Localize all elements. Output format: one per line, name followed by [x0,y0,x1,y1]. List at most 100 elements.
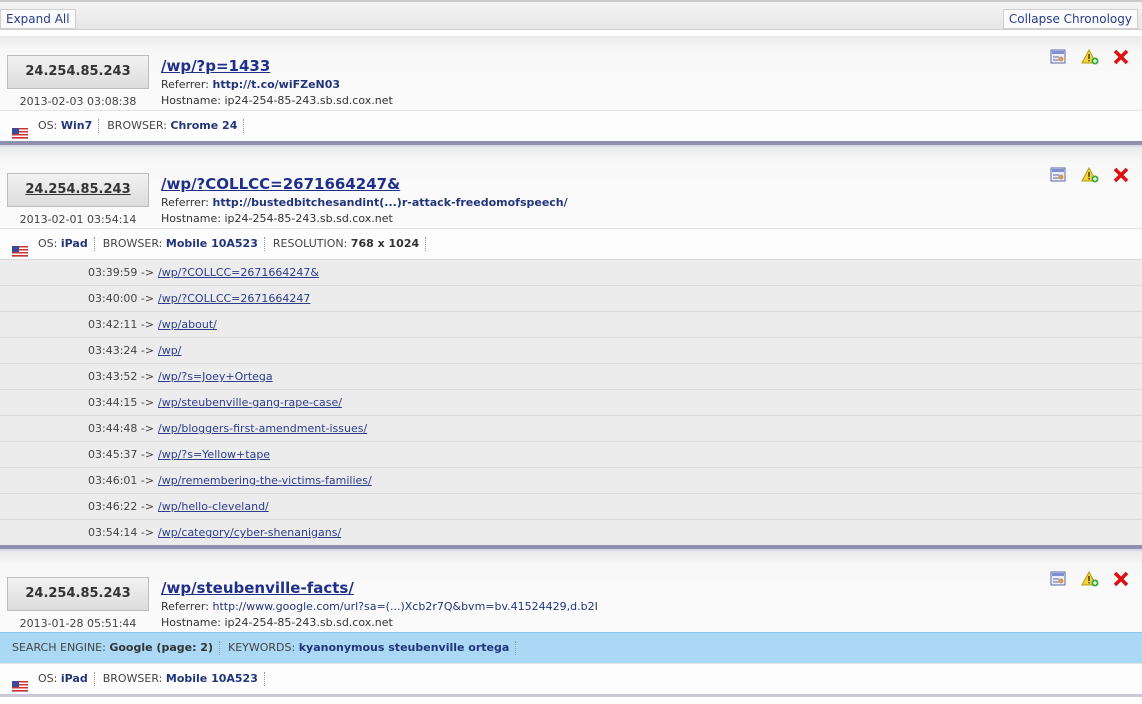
warning-add-icon[interactable] [1080,570,1099,587]
browser-info: BROWSER: Mobile 10A523 [103,237,265,251]
chronology-path-link[interactable]: /wp/?s=Joey+Ortega [158,364,273,390]
client-info-row: OS: iPad BROWSER: Mobile 10A523 [0,663,1142,694]
chronology-row: 03:54:14 ->/wp/category/cyber-shenanigan… [0,519,1142,545]
referrer-label: Referrer: [161,600,209,613]
search-engine-value: Google (page: 2) [109,641,213,654]
referrer-line: Referrer: http://www.google.com/url?sa=(… [161,600,598,613]
chronology-time: 03:45:37 -> [88,448,155,461]
referrer-line: Referrer: http://bustedbitchesandint(...… [161,196,568,209]
referrer-label: Referrer: [161,196,209,209]
browser-value: Mobile 10A523 [165,237,258,250]
chronology-time: 03:43:24 -> [88,344,155,357]
chronology-path-link[interactable]: /wp/bloggers-first-amendment-issues/ [158,416,367,442]
visit-url-link[interactable]: /wp/?COLLCC=2671664247& [161,175,400,193]
client-info-items: OS: Win7 BROWSER: Chrome 24 [38,111,252,141]
toolbar: Expand All Collapse Chronology [0,0,1142,30]
visit-datetime: 2013-01-28 05:51:44 [19,617,137,630]
us-flag-icon [11,674,29,693]
search-engine-label: SEARCH ENGINE: [12,641,106,654]
browser-value: Chrome 24 [170,119,238,132]
ip-address-button[interactable]: 24.254.85.243 [7,173,149,207]
search-info-items: SEARCH ENGINE: Google (page: 2) KEYWORDS:… [12,633,524,663]
referrer-link[interactable]: http://www.google.com/url?sa=(...)Xcb2r7… [212,600,597,613]
visit-url-link[interactable]: /wp/?p=1433 [161,57,270,75]
chronology-time: 03:46:22 -> [88,500,155,513]
details-icon[interactable] [1049,571,1067,587]
search-info-row: SEARCH ENGINE: Google (page: 2) KEYWORDS:… [0,632,1142,663]
chronology-row: 03:44:48 ->/wp/bloggers-first-amendment-… [0,415,1142,441]
chronology-path-link[interactable]: /wp/ [158,338,181,364]
client-info-row: OS: Win7 BROWSER: Chrome 24 [0,110,1142,141]
hostname-label: Hostname: [161,94,221,107]
os-value: Win7 [60,119,93,132]
collapse-chronology-button[interactable]: Collapse Chronology [1002,9,1138,29]
details-icon[interactable] [1049,167,1067,183]
us-flag-icon [11,121,29,140]
chronology-time: 03:44:48 -> [88,422,155,435]
chronology-row: 03:43:24 ->/wp/ [0,337,1142,363]
chronology-row: 03:39:59 ->/wp/?COLLCC=2671664247& [0,259,1142,285]
chronology-path-link[interactable]: /wp/?COLLCC=2671664247 [158,286,310,312]
hostname-line: Hostname: ip24-254-85-243.sb.sd.cox.net [161,212,393,225]
referrer-link[interactable]: http://bustedbitchesandint(...)r-attack-… [212,196,567,209]
os-label: OS: [38,119,58,132]
chronology-row: 03:45:37 ->/wp/?s=Yellow+tape [0,441,1142,467]
chronology-row: 03:44:15 ->/wp/steubenville-gang-rape-ca… [0,389,1142,415]
os-value: iPad [60,672,88,685]
referrer-link[interactable]: http://t.co/wiFZeN03 [212,78,340,91]
hostname-value: ip24-254-85-243.sb.sd.cox.net [224,616,393,629]
chronology-path-link[interactable]: /wp/remembering-the-victims-families/ [158,468,372,494]
os-label: OS: [38,237,58,250]
browser-label: BROWSER: [102,672,163,685]
hostname-value: ip24-254-85-243.sb.sd.cox.net [224,212,393,225]
browser-info: BROWSER: Chrome 24 [107,119,245,133]
os-info: OS: iPad [38,237,95,251]
details-icon[interactable] [1049,49,1067,65]
client-info-items: OS: iPad BROWSER: Mobile 10A523 RESOLUTION… [38,229,434,259]
us-flag-icon [11,239,29,258]
keywords-info: KEYWORDS: kyanonymous steubenville orteg… [228,641,517,655]
hostname-line: Hostname: ip24-254-85-243.sb.sd.cox.net [161,616,393,629]
ip-address-button[interactable]: 24.254.85.243 [7,55,149,89]
chronology-time: 03:54:14 -> [88,526,155,539]
chronology-time: 03:40:00 -> [88,292,155,305]
chronology-path-link[interactable]: /wp/?COLLCC=2671664247& [158,260,319,286]
visit-datetime: 2013-02-01 03:54:14 [19,213,137,226]
delete-icon[interactable] [1112,49,1130,65]
delete-icon[interactable] [1112,167,1130,183]
chronology-time: 03:43:52 -> [88,370,155,383]
browser-label: BROWSER: [107,119,167,132]
client-info-row: OS: iPad BROWSER: Mobile 10A523 RESOLUTION… [0,228,1142,259]
warning-add-icon[interactable] [1080,48,1099,65]
resolution-info: RESOLUTION: 768 x 1024 [273,237,427,251]
delete-icon[interactable] [1112,571,1130,587]
resolution-value: 768 x 1024 [350,237,420,250]
os-value: iPad [60,237,88,250]
browser-label: BROWSER: [102,237,163,250]
visit-actions [1039,48,1130,65]
keywords-label: KEYWORDS: [228,641,296,654]
hostname-value: ip24-254-85-243.sb.sd.cox.net [224,94,393,107]
chronology-time: 03:42:11 -> [88,318,155,331]
chronology-row: 03:40:00 ->/wp/?COLLCC=2671664247 [0,285,1142,311]
os-label: OS: [38,672,58,685]
expand-all-button[interactable]: Expand All [0,9,76,29]
chronology-path-link[interactable]: /wp/about/ [158,312,217,338]
referrer-line: Referrer: http://t.co/wiFZeN03 [161,78,340,91]
chronology-path-link[interactable]: /wp/?s=Yellow+tape [158,442,270,468]
chronology-time: 03:39:59 -> [88,266,155,279]
ip-address-button[interactable]: 24.254.85.243 [7,577,149,611]
browser-info: BROWSER: Mobile 10A523 [103,672,265,686]
chronology-path-link[interactable]: /wp/category/cyber-shenanigans/ [158,520,341,546]
chronology-path-link[interactable]: /wp/steubenville-gang-rape-case/ [158,390,342,416]
chronology-row: 03:46:22 ->/wp/hello-cleveland/ [0,493,1142,519]
os-info: OS: iPad [38,672,95,686]
hostname-line: Hostname: ip24-254-85-243.sb.sd.cox.net [161,94,393,107]
warning-add-icon[interactable] [1080,166,1099,183]
visit-url-link[interactable]: /wp/steubenville-facts/ [161,579,354,597]
referrer-label: Referrer: [161,78,209,91]
chronology-row: 03:42:11 ->/wp/about/ [0,311,1142,337]
visit-actions [1039,166,1130,183]
chronology-path-link[interactable]: /wp/hello-cleveland/ [158,494,269,520]
chronology-time: 03:46:01 -> [88,474,155,487]
